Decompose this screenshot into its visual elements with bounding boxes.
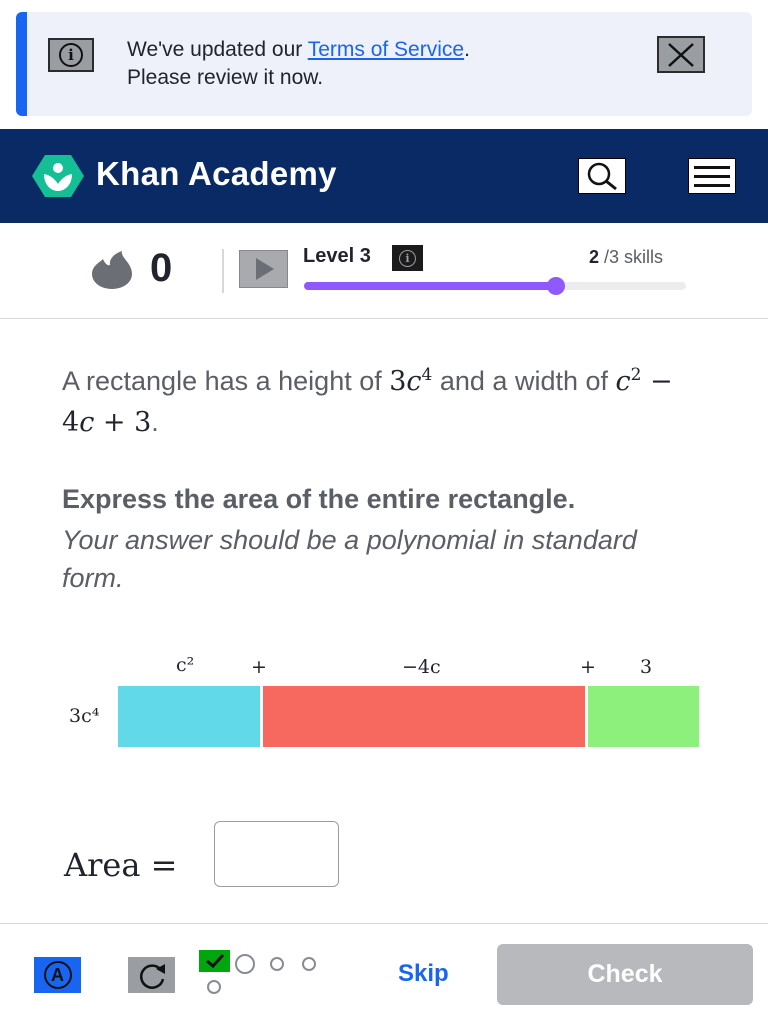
streak-count: 0 bbox=[150, 246, 173, 290]
question-text: A rectangle has a height of 3c4 and a wi… bbox=[62, 355, 712, 443]
terms-notice-banner: i We've updated our Terms of Service. Pl… bbox=[16, 12, 752, 116]
rectangle-part-c-squared bbox=[118, 686, 260, 747]
question-instruction: Express the area of the entire rectangle… bbox=[62, 484, 576, 514]
width-term-1: c² bbox=[176, 654, 195, 676]
notice-accent-bar bbox=[16, 12, 27, 116]
skills-progress: 2 /3 skills bbox=[589, 247, 663, 268]
level-label: Level 3 bbox=[303, 245, 371, 267]
search-icon[interactable] bbox=[578, 158, 626, 194]
retry-icon[interactable] bbox=[128, 957, 175, 993]
check-button[interactable]: Check bbox=[497, 944, 753, 1005]
attempt-progress-dots bbox=[199, 950, 329, 1000]
width-term-5: 3 bbox=[640, 656, 653, 678]
level-progress-knob bbox=[547, 277, 565, 295]
terms-of-service-link[interactable]: Terms of Service bbox=[308, 38, 464, 61]
width-term-4: + bbox=[580, 656, 596, 678]
width-term-3: −4c bbox=[402, 656, 441, 678]
attempt-dot bbox=[270, 957, 284, 971]
play-video-icon[interactable] bbox=[239, 250, 288, 288]
area-label: Area = bbox=[64, 846, 178, 884]
notice-message: We've updated our Terms of Service. Plea… bbox=[127, 36, 627, 92]
notice-line1-suffix: . bbox=[464, 38, 470, 61]
area-answer-input[interactable] bbox=[214, 821, 339, 887]
height-term: 3c⁴ bbox=[69, 705, 100, 727]
rectangle-part-3 bbox=[588, 686, 699, 747]
notice-line2: Please review it now. bbox=[127, 66, 324, 89]
attempt-dot bbox=[207, 980, 221, 994]
question-intro-b: and a width of bbox=[432, 366, 616, 396]
hamburger-menu-icon[interactable] bbox=[688, 158, 736, 194]
level-info-icon[interactable]: i bbox=[392, 245, 423, 271]
question-intro-a: A rectangle has a height of bbox=[62, 366, 390, 396]
question-intro-c: . bbox=[151, 407, 159, 437]
rectangle-part-minus-4c bbox=[263, 686, 585, 747]
skills-done: 2 bbox=[589, 247, 600, 267]
khan-academy-logo-icon[interactable] bbox=[32, 154, 84, 198]
attempt-dot bbox=[302, 957, 316, 971]
skip-button[interactable]: Skip bbox=[398, 960, 449, 988]
site-header: Khan Academy bbox=[0, 129, 768, 223]
accessibility-icon[interactable]: A bbox=[34, 957, 81, 993]
brand-name[interactable]: Khan Academy bbox=[96, 155, 337, 193]
info-icon[interactable]: i bbox=[48, 38, 94, 72]
streak-flame-icon bbox=[92, 251, 132, 289]
skills-total: /3 skills bbox=[599, 247, 664, 267]
question-hint: Your answer should be a polynomial in st… bbox=[62, 525, 637, 593]
level-progress-fill bbox=[304, 282, 556, 290]
height-expression: 3c4 bbox=[389, 365, 433, 397]
attempt-dot bbox=[235, 954, 255, 974]
notice-line1-prefix: We've updated our bbox=[127, 38, 308, 61]
divider bbox=[222, 249, 224, 293]
completed-check-icon bbox=[199, 950, 230, 972]
close-icon[interactable] bbox=[657, 36, 705, 73]
width-term-2: + bbox=[251, 656, 267, 678]
